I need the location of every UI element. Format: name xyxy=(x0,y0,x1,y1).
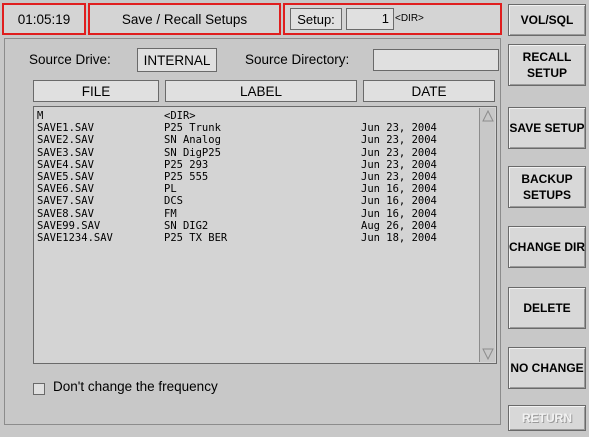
setup-label: Setup: xyxy=(290,8,342,30)
source-directory-field[interactable] xyxy=(373,49,499,71)
table-row[interactable]: SAVE3.SAV SN DigP25 Jun 23, 2004 xyxy=(37,147,476,159)
label-cell: P25 TX BER xyxy=(164,231,228,244)
label-cell: DCS xyxy=(164,195,183,208)
date-cell: Aug 26, 2004 xyxy=(361,219,437,232)
recall-setup-button[interactable]: RECALL SETUP xyxy=(508,44,586,86)
file-cell: M xyxy=(37,110,44,122)
file-cell: SAVE4.SAV xyxy=(37,158,94,171)
setup-indicator: Setup: 1 <DIR> xyxy=(283,3,502,35)
no-change-button[interactable]: NO CHANGE xyxy=(508,347,586,389)
scroll-down-arrow-icon[interactable] xyxy=(482,348,494,360)
label-cell: PL xyxy=(164,183,177,196)
top-bar: 01:05:19 Save / Recall Setups Setup: 1 <… xyxy=(0,0,504,36)
clock-display: 01:05:19 xyxy=(2,3,86,35)
dont-change-frequency-checkbox[interactable] xyxy=(33,383,45,395)
table-row[interactable]: M <DIR> xyxy=(37,110,476,122)
vertical-scrollbar[interactable] xyxy=(479,108,495,362)
label-cell: FM xyxy=(164,207,177,220)
date-cell: Jun 16, 2004 xyxy=(361,207,437,220)
backup-setups-button[interactable]: BACKUP SETUPS xyxy=(508,166,586,208)
setup-directory-tag: <DIR> xyxy=(395,13,424,24)
date-cell: Jun 23, 2004 xyxy=(361,134,437,147)
table-row[interactable]: SAVE7.SAV DCS Jun 16, 2004 xyxy=(37,195,476,207)
table-row[interactable]: SAVE4.SAV P25 293 Jun 23, 2004 xyxy=(37,159,476,171)
label-cell: SN DigP25 xyxy=(164,146,221,159)
date-cell: Jun 23, 2004 xyxy=(361,158,437,171)
date-cell: Jun 23, 2004 xyxy=(361,170,437,183)
screen-title: Save / Recall Setups xyxy=(88,3,281,35)
date-cell: Jun 23, 2004 xyxy=(361,146,437,159)
label-cell: P25 Trunk xyxy=(164,122,221,135)
label-cell: SN Analog xyxy=(164,134,221,147)
source-drive-label: Source Drive: xyxy=(29,52,111,67)
file-cell: SAVE5.SAV xyxy=(37,170,94,183)
source-drive-field[interactable]: INTERNAL xyxy=(137,48,217,72)
column-header-label[interactable]: LABEL xyxy=(165,80,357,102)
date-cell: Jun 16, 2004 xyxy=(361,195,437,208)
date-cell: Jun 16, 2004 xyxy=(361,183,437,196)
dont-change-frequency-label: Don't change the frequency xyxy=(53,379,218,394)
column-header-date[interactable]: DATE xyxy=(363,80,495,102)
setup-number-field[interactable]: 1 xyxy=(346,8,394,30)
label-cell: P25 555 xyxy=(164,170,209,183)
table-row[interactable]: SAVE2.SAV SN Analog Jun 23, 2004 xyxy=(37,134,476,146)
date-cell: Jun 18, 2004 xyxy=(361,231,437,244)
table-row[interactable]: SAVE99.SAV SN DIG2 Aug 26, 2004 xyxy=(37,220,476,232)
return-button[interactable]: RETURN xyxy=(508,405,586,431)
save-setup-button[interactable]: SAVE SETUP xyxy=(508,107,586,149)
table-row[interactable]: SAVE5.SAV P25 555 Jun 23, 2004 xyxy=(37,171,476,183)
file-list[interactable]: M <DIR> SAVE1.SAV P25 Trunk Jun 23, 2004… xyxy=(33,106,497,364)
table-row[interactable]: SAVE6.SAV PL Jun 16, 2004 xyxy=(37,183,476,195)
file-cell: SAVE7.SAV xyxy=(37,195,94,208)
table-row[interactable]: SAVE1.SAV P25 Trunk Jun 23, 2004 xyxy=(37,122,476,134)
column-header-file[interactable]: FILE xyxy=(33,80,159,102)
scroll-up-arrow-icon[interactable] xyxy=(482,110,494,122)
file-cell: SAVE3.SAV xyxy=(37,146,94,159)
change-dir-button[interactable]: CHANGE DIR xyxy=(508,226,586,268)
file-cell: SAVE2.SAV xyxy=(37,134,94,147)
file-cell: SAVE1234.SAV xyxy=(37,231,113,244)
label-cell: SN DIG2 xyxy=(164,219,209,232)
vol-sql-button[interactable]: VOL/SQL xyxy=(508,4,586,36)
main-panel: Source Drive: INTERNAL Source Directory:… xyxy=(4,38,501,425)
table-row[interactable]: SAVE1234.SAV P25 TX BER Jun 18, 2004 xyxy=(37,232,476,244)
table-row[interactable]: SAVE8.SAV FM Jun 16, 2004 xyxy=(37,208,476,220)
delete-button[interactable]: DELETE xyxy=(508,287,586,329)
file-cell: SAVE8.SAV xyxy=(37,207,94,220)
file-list-rows: M <DIR> SAVE1.SAV P25 Trunk Jun 23, 2004… xyxy=(37,110,476,244)
label-cell: P25 293 xyxy=(164,158,209,171)
source-directory-label: Source Directory: xyxy=(245,52,350,67)
label-cell: <DIR> xyxy=(164,110,196,122)
file-cell: SAVE1.SAV xyxy=(37,122,94,135)
file-cell: SAVE6.SAV xyxy=(37,183,94,196)
file-cell: SAVE99.SAV xyxy=(37,219,101,232)
date-cell: Jun 23, 2004 xyxy=(361,122,437,135)
